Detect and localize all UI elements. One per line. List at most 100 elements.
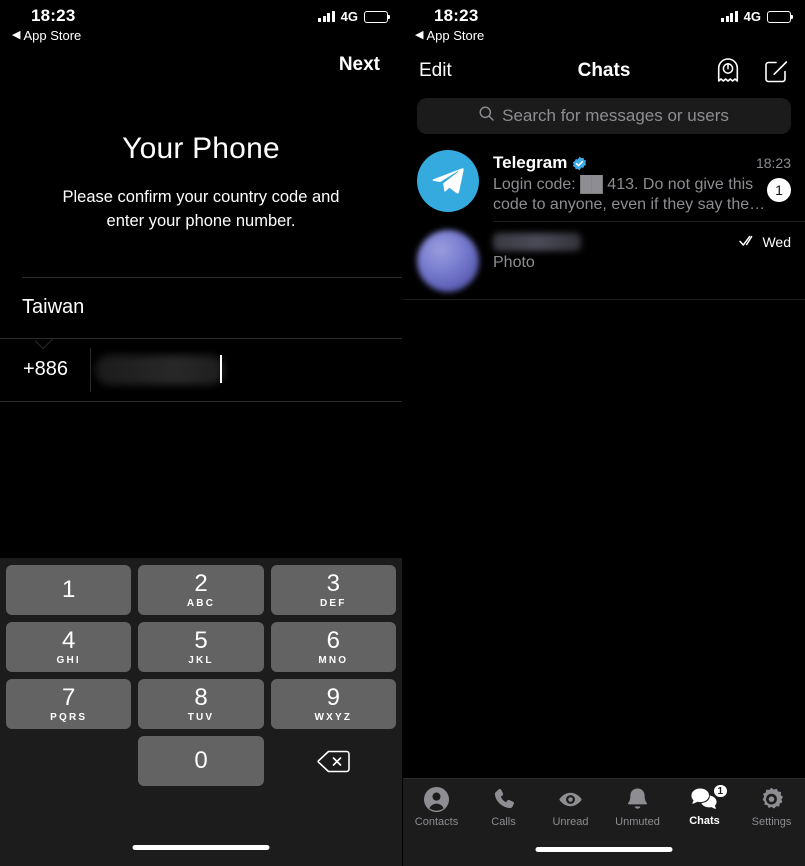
key-letters: WXYZ bbox=[314, 711, 353, 723]
key-digit: 1 bbox=[61, 576, 76, 603]
text-caret bbox=[220, 354, 222, 383]
chat-timestamp: 18:23 bbox=[755, 155, 791, 171]
tab-calls[interactable]: Calls bbox=[470, 786, 537, 828]
tab-chats[interactable]: 1 Chats bbox=[671, 783, 738, 827]
key-8[interactable]: 8 TUV bbox=[138, 679, 264, 729]
status-time: 18:23 bbox=[434, 6, 479, 25]
chat-content: Telegram 18:23 Login code: ██ 413. Do no… bbox=[479, 150, 791, 214]
country-selector-row[interactable]: Taiwan bbox=[0, 278, 402, 338]
chat-list-item-contact[interactable]: Wed Photo bbox=[403, 222, 805, 299]
numeric-keypad: 1 2 ABC 3 DEF 4 GHI 5 JKL 6 MNO 7 PQRS 8… bbox=[0, 558, 402, 866]
key-7[interactable]: 7 PQRS bbox=[6, 679, 132, 729]
page-title: Your Phone bbox=[122, 132, 280, 165]
page-subtitle: Please confirm your country code and ent… bbox=[62, 188, 340, 230]
battery-icon bbox=[364, 10, 391, 23]
signal-bars-icon bbox=[318, 11, 335, 22]
status-back-to-app-store[interactable]: ◀ App Store bbox=[415, 28, 484, 43]
tab-label: Calls bbox=[491, 816, 516, 828]
dual-screenshot-container: 18:23 ◀ App Store 4G Next Your Phone Ple… bbox=[0, 0, 805, 866]
chat-preview: Photo bbox=[493, 254, 535, 272]
key-digit: 8 bbox=[194, 683, 208, 711]
compose-icon-button[interactable] bbox=[763, 58, 789, 84]
ghost-power-icon-button[interactable] bbox=[715, 57, 741, 85]
tab-bar: Contacts Calls Unread Unmuted 1 Chats Se… bbox=[403, 778, 805, 866]
chat-name: Telegram bbox=[493, 153, 568, 172]
key-digit: 6 bbox=[326, 626, 340, 654]
tab-label: Unmuted bbox=[615, 816, 660, 828]
status-back-label: App Store bbox=[426, 28, 485, 43]
tab-contacts[interactable]: Contacts bbox=[403, 786, 470, 828]
tab-label: Chats bbox=[689, 815, 720, 827]
tab-label: Unread bbox=[552, 816, 589, 828]
next-button[interactable]: Next bbox=[339, 54, 380, 76]
chat-timestamp: Wed bbox=[731, 234, 791, 250]
search-placeholder: Search for messages or users bbox=[502, 106, 729, 125]
backspace-icon bbox=[317, 750, 350, 773]
keypad-row-3: 7 PQRS 8 TUV 9 WXYZ bbox=[6, 679, 396, 729]
key-letters: JKL bbox=[188, 654, 214, 666]
redacted-chat-name bbox=[493, 233, 581, 252]
key-digit: 0 bbox=[194, 747, 208, 774]
edit-button[interactable]: Edit bbox=[419, 60, 452, 82]
phone-number-input[interactable] bbox=[91, 339, 402, 401]
bell-icon bbox=[624, 786, 651, 813]
key-6[interactable]: 6 MNO bbox=[270, 622, 396, 672]
chat-list-bottom-separator bbox=[403, 299, 805, 301]
title-block: Your Phone Please confirm your country c… bbox=[0, 132, 402, 234]
key-digit: 9 bbox=[326, 683, 340, 711]
key-4[interactable]: 4 GHI bbox=[6, 622, 132, 672]
navbar-actions bbox=[715, 57, 789, 85]
form-bottom-divider bbox=[0, 400, 402, 402]
tab-settings[interactable]: Settings bbox=[738, 786, 805, 828]
keypad-row-1: 1 2 ABC 3 DEF bbox=[6, 565, 396, 615]
keypad-row-4: 0 bbox=[6, 736, 396, 786]
chat-list-item-telegram[interactable]: Telegram 18:23 Login code: ██ 413. Do no… bbox=[403, 142, 805, 221]
tab-unread-badge: 1 bbox=[711, 783, 730, 799]
ghost-power-icon bbox=[715, 58, 741, 88]
key-9[interactable]: 9 WXYZ bbox=[270, 679, 396, 729]
status-indicators: 4G bbox=[318, 9, 391, 24]
network-type-label: 4G bbox=[743, 9, 761, 24]
key-digit: 5 bbox=[194, 626, 208, 654]
key-2[interactable]: 2 ABC bbox=[138, 565, 264, 615]
telegram-logo-icon bbox=[432, 168, 464, 194]
back-triangle-icon: ◀ bbox=[415, 29, 424, 41]
tab-unmuted[interactable]: Unmuted bbox=[604, 786, 671, 828]
phone-entry-screen: 18:23 ◀ App Store 4G Next Your Phone Ple… bbox=[0, 0, 402, 866]
read-receipt-double-check-icon bbox=[739, 234, 758, 250]
tab-label: Contacts bbox=[414, 816, 459, 828]
chat-time-label: Wed bbox=[762, 234, 791, 251]
phone-number-row[interactable]: +886 bbox=[0, 339, 402, 401]
key-letters: DEF bbox=[320, 597, 347, 609]
chat-preview: Login code: ██ 413. Do not give this cod… bbox=[493, 176, 766, 213]
contacts-icon bbox=[423, 786, 450, 813]
key-letters: MNO bbox=[318, 654, 349, 666]
key-0[interactable]: 0 bbox=[138, 736, 264, 786]
key-letters: PQRS bbox=[50, 711, 88, 723]
eye-icon bbox=[557, 786, 584, 813]
status-bar-right: 18:23 ◀ App Store 4G bbox=[403, 0, 805, 48]
status-back-to-app-store[interactable]: ◀ App Store bbox=[12, 28, 81, 43]
status-bar-left: 18:23 ◀ App Store 4G bbox=[0, 0, 402, 48]
phone-form: Taiwan +886 bbox=[0, 276, 402, 402]
chats-screen: 18:23 ◀ App Store 4G Edit Chats Search f… bbox=[403, 0, 805, 866]
keypad-spacer bbox=[6, 736, 131, 786]
back-triangle-icon: ◀ bbox=[12, 29, 21, 41]
country-name: Taiwan bbox=[22, 296, 85, 319]
left-navbar: Next bbox=[0, 48, 402, 94]
avatar bbox=[417, 150, 479, 212]
backspace-key[interactable] bbox=[271, 736, 396, 786]
signal-bars-icon bbox=[721, 11, 738, 22]
verified-badge-icon bbox=[572, 156, 587, 171]
chat-content: Wed Photo bbox=[479, 230, 791, 292]
avatar bbox=[417, 230, 479, 293]
tab-unread[interactable]: Unread bbox=[537, 786, 604, 828]
keypad-row-2: 4 GHI 5 JKL 6 MNO bbox=[6, 622, 396, 672]
search-input[interactable]: Search for messages or users bbox=[417, 98, 791, 134]
dial-code-field[interactable]: +886 bbox=[0, 339, 91, 401]
key-1[interactable]: 1 bbox=[6, 565, 132, 615]
key-3[interactable]: 3 DEF bbox=[270, 565, 396, 615]
key-5[interactable]: 5 JKL bbox=[138, 622, 264, 672]
compose-icon bbox=[763, 61, 789, 87]
home-indicator-right bbox=[535, 847, 673, 852]
